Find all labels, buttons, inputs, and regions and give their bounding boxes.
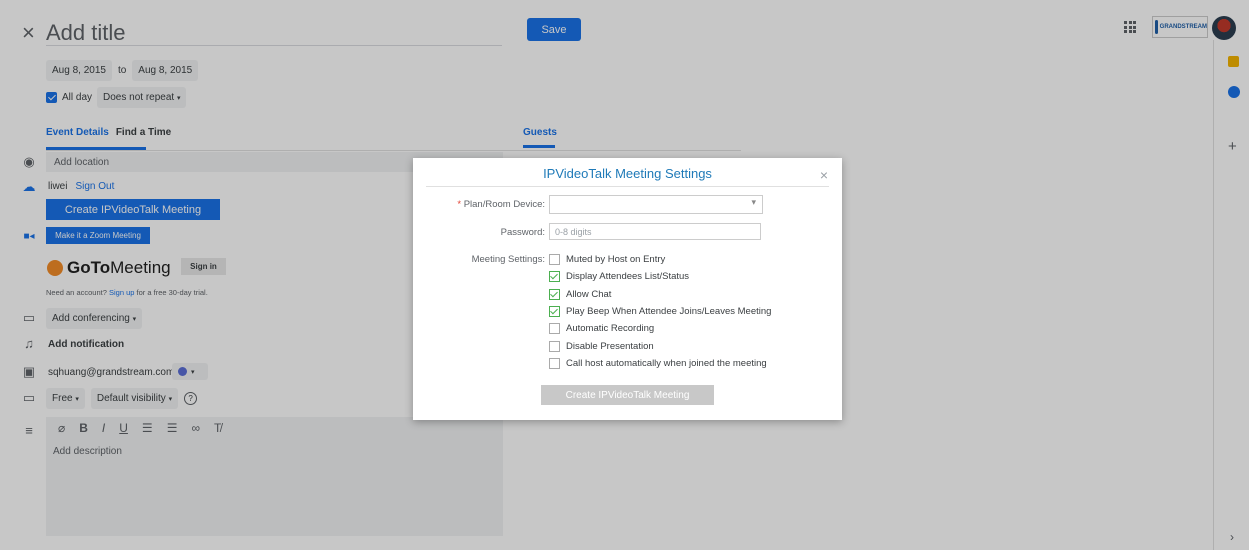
plan-room-device-select[interactable]: ▾	[549, 195, 763, 214]
option-call-host-automatically[interactable]: Call host automatically when joined the …	[549, 358, 767, 369]
plan-label-row: * Plan/Room Device:	[413, 199, 545, 210]
required-mark: *	[457, 199, 462, 210]
option-label: Display Attendees List/Status	[566, 271, 690, 282]
option-muted-by-host[interactable]: Muted by Host on Entry	[549, 254, 665, 265]
ipvideotalk-settings-dialog: IPVideoTalk Meeting Settings × * Plan/Ro…	[413, 158, 842, 420]
option-disable-presentation[interactable]: Disable Presentation	[549, 341, 654, 352]
meeting-settings-label: Meeting Settings:	[471, 254, 545, 265]
password-label: Password:	[500, 227, 545, 238]
plan-label: Plan/Room Device:	[463, 199, 545, 210]
dialog-title: IPVideoTalk Meeting Settings	[543, 166, 712, 181]
option-automatic-recording[interactable]: Automatic Recording	[549, 323, 654, 334]
option-play-beep[interactable]: Play Beep When Attendee Joins/Leaves Mee…	[549, 306, 771, 317]
option-label: Muted by Host on Entry	[566, 254, 666, 265]
checkbox[interactable]	[549, 323, 560, 334]
option-label: Disable Presentation	[566, 341, 654, 352]
option-label: Automatic Recording	[566, 323, 655, 334]
checkbox[interactable]	[549, 306, 560, 317]
option-label: Allow Chat	[566, 289, 612, 300]
chevron-down-icon: ▾	[751, 197, 756, 207]
password-input[interactable]: 0-8 digits	[549, 223, 761, 240]
checkbox[interactable]	[549, 271, 560, 282]
option-display-attendees[interactable]: Display Attendees List/Status	[549, 271, 689, 282]
checkbox[interactable]	[549, 341, 560, 352]
option-label: Play Beep When Attendee Joins/Leaves Mee…	[566, 306, 772, 317]
dialog-create-meeting-button[interactable]: Create IPVideoTalk Meeting	[541, 385, 714, 405]
checkbox[interactable]	[549, 358, 560, 369]
option-label: Call host automatically when joined the …	[566, 358, 767, 369]
dialog-close-icon[interactable]: ×	[820, 167, 828, 183]
option-allow-chat[interactable]: Allow Chat	[549, 289, 611, 300]
checkbox[interactable]	[549, 254, 560, 265]
checkbox[interactable]	[549, 289, 560, 300]
dialog-divider	[426, 186, 829, 187]
